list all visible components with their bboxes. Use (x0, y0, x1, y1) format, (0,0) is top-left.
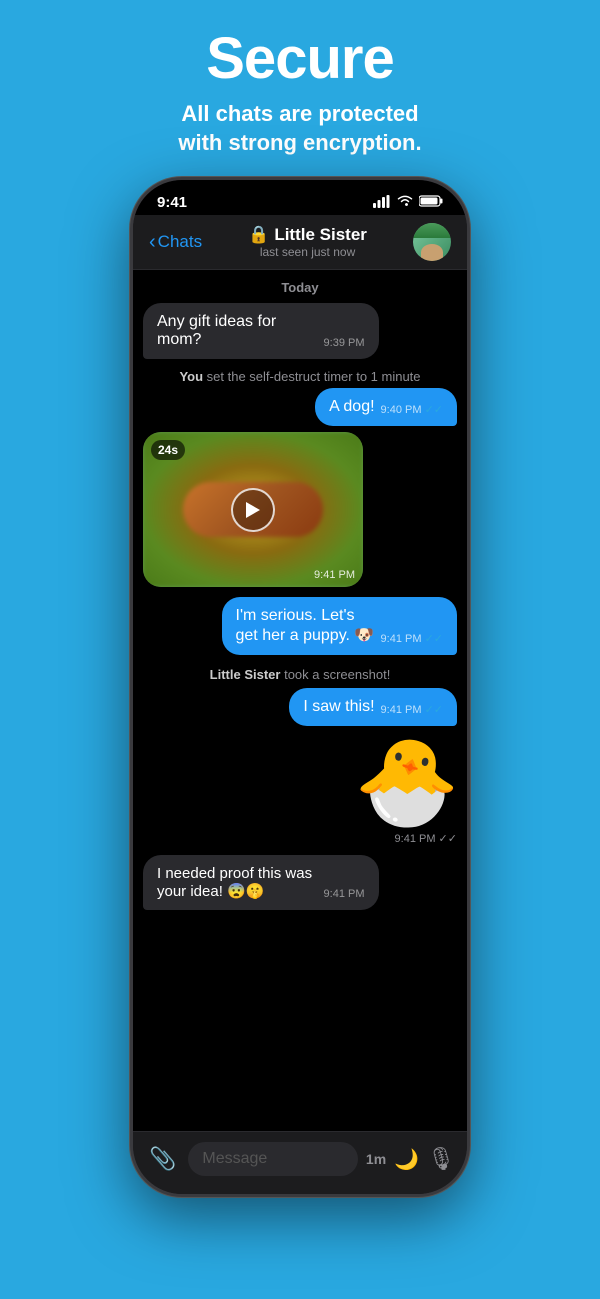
status-time: 9:41 (157, 194, 187, 211)
message-text: A dog! (329, 398, 374, 416)
message-input[interactable]: Message (188, 1142, 358, 1176)
promo-headline: Secure (178, 30, 421, 88)
nav-bar: ‹ Chats 🔒 Little Sister last seen just n… (133, 215, 467, 270)
system-message: You set the self-destruct timer to 1 min… (143, 369, 457, 384)
message-time: 9:41 PM ✓✓ (381, 703, 443, 716)
nav-title: 🔒 Little Sister (248, 225, 367, 245)
message-row: I saw this! 9:41 PM ✓✓ (303, 698, 443, 716)
message-text: I needed proof this was your idea! 😨🤫 (157, 865, 318, 900)
message-bubble-sent: I saw this! 9:41 PM ✓✓ (289, 688, 457, 726)
message-row: I'm serious. Let's get her a puppy. 🐶 9:… (236, 607, 444, 645)
messages-area: Today Any gift ideas for mom? 9:39 PM Yo… (133, 270, 467, 1131)
nav-center: 🔒 Little Sister last seen just now (248, 225, 367, 259)
screenshot-notice: Little Sister took a screenshot! (143, 667, 457, 682)
message-text: Any gift ideas for mom? (157, 313, 318, 349)
avatar-skin (421, 244, 444, 261)
status-icons (373, 194, 443, 211)
status-bar: 9:41 (133, 180, 467, 215)
sticker-message: 🐣 9:41 PM ✓✓ (143, 732, 457, 851)
back-chevron-icon: ‹ (149, 232, 156, 252)
moon-button[interactable]: 🌙 (394, 1147, 419, 1172)
attach-button[interactable]: 📎 (145, 1142, 180, 1176)
sticker: 🐣 (357, 732, 457, 832)
message-time: 9:41 PM ✓✓ (381, 632, 443, 645)
message-bubble-received: Any gift ideas for mom? 9:39 PM (143, 303, 379, 359)
avatar[interactable] (413, 223, 451, 261)
battery-icon (419, 194, 443, 211)
promo-section: Secure All chats are protectedwith stron… (158, 0, 441, 177)
message-bubble-received: I needed proof this was your idea! 😨🤫 9:… (143, 855, 379, 910)
nav-subtitle: last seen just now (248, 245, 367, 259)
timer-label: 1m (366, 1151, 386, 1167)
promo-subtitle: All chats are protectedwith strong encry… (178, 100, 421, 157)
back-label: Chats (158, 232, 202, 252)
back-button[interactable]: ‹ Chats (149, 232, 202, 252)
list-item: I'm serious. Let's get her a puppy. 🐶 9:… (143, 597, 457, 655)
message-placeholder: Message (202, 1150, 267, 1167)
message-text: I'm serious. Let's get her a puppy. 🐶 (236, 607, 375, 645)
signal-icon (373, 195, 391, 211)
media-time: 9:41 PM (314, 569, 355, 581)
message-bubble-sent: A dog! 9:40 PM ✓✓ (315, 388, 457, 426)
avatar-hair (413, 223, 451, 237)
message-text: I saw this! (303, 698, 374, 716)
media-message[interactable]: 24s 9:41 PM (143, 432, 363, 587)
list-item: A dog! 9:40 PM ✓✓ (143, 388, 457, 426)
mic-button[interactable]: 🎙 (427, 1146, 455, 1172)
list-item: 24s 9:41 PM (143, 432, 457, 591)
media-timer: 24s (151, 440, 185, 460)
message-time: 9:40 PM ✓✓ (381, 403, 443, 416)
message-bubble-sent: I'm serious. Let's get her a puppy. 🐶 9:… (222, 597, 458, 655)
message-time: 9:39 PM (324, 337, 365, 349)
sticker-time: 9:41 PM ✓✓ (357, 832, 457, 845)
date-label: Today (143, 280, 457, 295)
phone-shell: 9:41 (130, 177, 470, 1197)
list-item: I saw this! 9:41 PM ✓✓ (143, 688, 457, 726)
message-row: A dog! 9:40 PM ✓✓ (329, 398, 443, 416)
message-time: 9:41 PM (324, 888, 365, 900)
lock-icon: 🔒 (248, 225, 269, 245)
list-item: Any gift ideas for mom? 9:39 PM (143, 303, 457, 359)
input-bar: 📎 Message 1m 🌙 🎙 (133, 1131, 467, 1194)
media-play-button[interactable] (231, 488, 275, 532)
message-row: I needed proof this was your idea! 😨🤫 9:… (157, 865, 365, 900)
list-item: I needed proof this was your idea! 😨🤫 9:… (143, 855, 457, 910)
timer-badge[interactable]: 1m (366, 1151, 386, 1167)
wifi-icon (397, 194, 413, 211)
message-row: Any gift ideas for mom? 9:39 PM (157, 313, 365, 349)
